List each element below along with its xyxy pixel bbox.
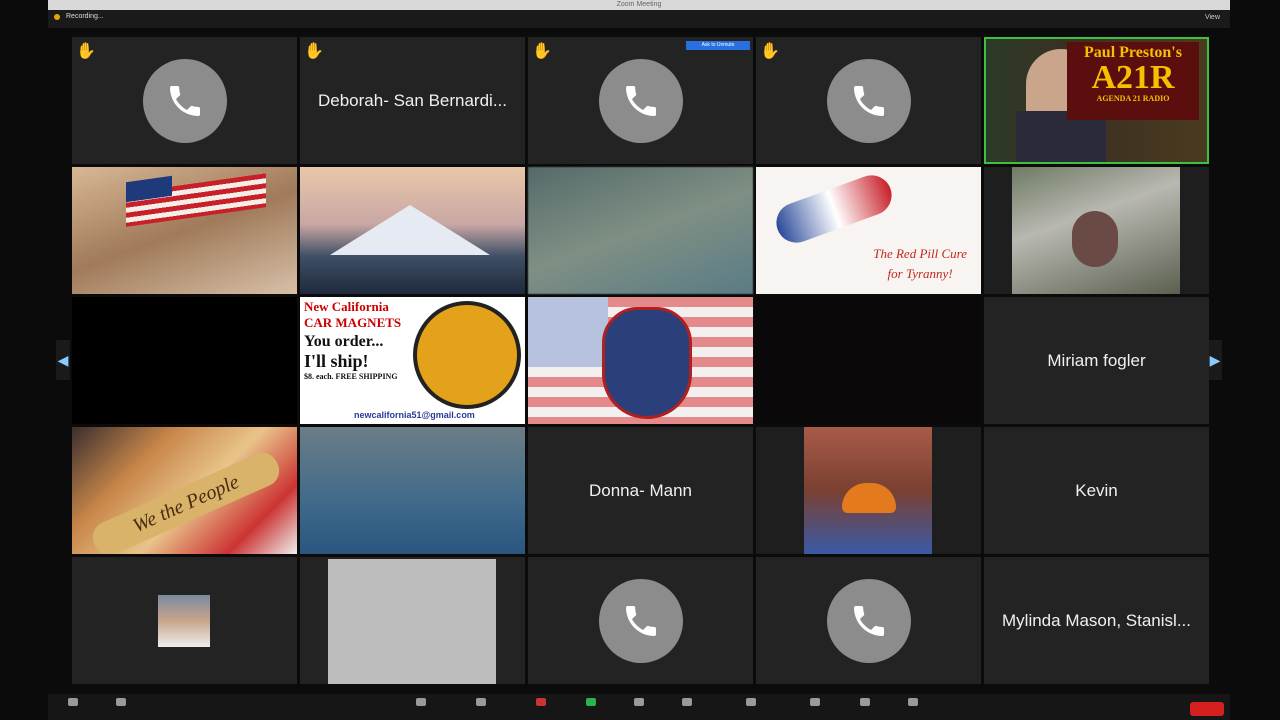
participant-tile-audio-only[interactable] bbox=[756, 557, 981, 684]
red-pill-caption: The Red Pill Cure for Tyranny! bbox=[873, 244, 967, 284]
magnet-ad-line4: I'll ship! bbox=[304, 351, 369, 371]
breakout-rooms-icon bbox=[746, 698, 756, 706]
flag-stars-field bbox=[528, 297, 608, 367]
phone-icon bbox=[826, 578, 911, 663]
window-title: Zoom Meeting bbox=[616, 1, 662, 8]
phone-icon bbox=[598, 578, 683, 663]
participant-video-tile[interactable] bbox=[984, 167, 1209, 294]
unmute-request-tag[interactable]: Ask to Unmute bbox=[686, 41, 750, 50]
raised-hand-icon: ✋ bbox=[304, 43, 324, 60]
participant-tile-audio-only[interactable] bbox=[528, 557, 753, 684]
participant-tile[interactable]: ✋ Deborah- San Bernardi... bbox=[300, 37, 525, 164]
participant-name: Mylinda Mason, Stanisl... bbox=[1002, 610, 1191, 630]
shield-icon bbox=[416, 698, 426, 706]
participant-tile-audio-only[interactable]: ✋ bbox=[756, 37, 981, 164]
recording-label: Recording... bbox=[66, 13, 104, 20]
meeting-topbar: Recording... View bbox=[48, 10, 1230, 28]
breakout-rooms-button[interactable] bbox=[736, 698, 766, 716]
participant-tile-profile-photo[interactable] bbox=[72, 557, 297, 684]
mute-button[interactable] bbox=[58, 698, 88, 716]
phone-icon bbox=[826, 58, 911, 143]
share-screen-icon bbox=[586, 698, 596, 706]
participant-tile-mountain-image[interactable] bbox=[300, 167, 525, 294]
participant-person bbox=[1072, 211, 1118, 267]
phone-icon bbox=[142, 58, 227, 143]
video-button[interactable] bbox=[106, 698, 136, 716]
participant-tile-video-off[interactable] bbox=[756, 297, 981, 424]
participants-icon bbox=[476, 698, 486, 706]
broadcast-logo-text: A21R bbox=[1091, 59, 1175, 96]
meeting-controls-bar bbox=[48, 694, 1230, 720]
more-icon bbox=[908, 698, 918, 706]
participant-name: Deborah- San Bernardi... bbox=[318, 90, 507, 110]
record-icon bbox=[634, 698, 644, 706]
security-button[interactable] bbox=[406, 698, 436, 716]
participant-tile-red-pill-image[interactable]: The Red Pill Cure for Tyranny! bbox=[756, 167, 981, 294]
magnet-ad-line2: CAR MAGNETS bbox=[304, 315, 402, 330]
magnet-ad-text: New California CAR MAGNETS You order... … bbox=[304, 299, 424, 381]
record-button[interactable] bbox=[624, 698, 654, 716]
raised-hand-icon: ✋ bbox=[532, 43, 552, 60]
window-titlebar: Zoom Meeting bbox=[48, 0, 1230, 15]
constitution-scroll: We the People bbox=[87, 447, 285, 554]
participants-button[interactable] bbox=[466, 698, 496, 716]
share-screen-button[interactable] bbox=[576, 698, 606, 716]
broadcast-subtitle: AGENDA 21 RADIO bbox=[1096, 94, 1170, 103]
magnet-ad-line5: $8. each. FREE SHIPPING bbox=[304, 372, 398, 381]
prev-page-arrow-icon[interactable]: ◀ bbox=[56, 340, 70, 380]
participant-tile-constitution-image[interactable]: We the People bbox=[72, 427, 297, 554]
whiteboard-button[interactable] bbox=[850, 698, 880, 716]
participant-tile-magnet-ad[interactable]: New California CAR MAGNETS You order... … bbox=[300, 297, 525, 424]
participant-tile-video-off[interactable] bbox=[72, 297, 297, 424]
participant-tile[interactable]: Mylinda Mason, Stanisl... bbox=[984, 557, 1209, 684]
active-speaker-video-tile[interactable]: Paul Preston's A21R AGENDA 21 RADIO bbox=[984, 37, 1209, 164]
end-meeting-button[interactable] bbox=[1190, 702, 1224, 716]
new-california-seal-icon bbox=[413, 301, 521, 409]
chat-button[interactable] bbox=[526, 698, 556, 716]
more-button[interactable] bbox=[898, 698, 928, 716]
recording-indicator[interactable]: Recording... bbox=[54, 13, 104, 20]
mountain-image bbox=[330, 205, 490, 255]
magnet-ad-line3: You order... bbox=[304, 333, 384, 350]
participant-video-tile[interactable] bbox=[756, 427, 981, 554]
reactions-icon bbox=[682, 698, 692, 706]
participant-tile-blurred-video[interactable] bbox=[300, 427, 525, 554]
magnet-ad-line1: New California bbox=[304, 299, 389, 314]
whiteboard-icon bbox=[860, 698, 870, 706]
profile-photo bbox=[158, 595, 210, 647]
magnet-ad-email: newcalifornia51@gmail.com bbox=[354, 410, 475, 420]
microphone-icon bbox=[68, 698, 78, 706]
phone-icon bbox=[598, 58, 683, 143]
broadcast-logo: Paul Preston's A21R AGENDA 21 RADIO bbox=[1067, 42, 1199, 120]
participant-tile-profile-photo[interactable] bbox=[300, 557, 525, 684]
chat-icon bbox=[536, 698, 546, 706]
red-pill-caption-line2: for Tyranny! bbox=[887, 266, 953, 281]
red-pill-caption-line1: The Red Pill Cure bbox=[873, 246, 967, 261]
recording-dot-icon bbox=[54, 13, 60, 20]
participant-tile-audio-only[interactable]: ✋ bbox=[72, 37, 297, 164]
participant-name: Miriam fogler bbox=[1047, 350, 1146, 370]
participant-name: Kevin bbox=[1075, 480, 1118, 500]
apps-icon bbox=[810, 698, 820, 706]
camera-icon bbox=[116, 698, 126, 706]
raised-hand-icon: ✋ bbox=[760, 43, 780, 60]
next-page-arrow-icon[interactable]: ▶ bbox=[1208, 340, 1222, 380]
participant-name: Donna- Mann bbox=[588, 480, 692, 500]
participant-tile[interactable]: Miriam fogler bbox=[984, 297, 1209, 424]
apps-button[interactable] bbox=[800, 698, 830, 716]
participant-tile[interactable]: Kevin bbox=[984, 427, 1209, 554]
participant-tile-eagle-image[interactable] bbox=[528, 297, 753, 424]
reactions-button[interactable] bbox=[672, 698, 702, 716]
pill-image bbox=[770, 169, 898, 249]
eagle-emblem-icon bbox=[602, 307, 692, 419]
profile-photo bbox=[328, 559, 496, 684]
participant-tile-blurred-video[interactable] bbox=[528, 167, 753, 294]
participant-tile-audio-only[interactable]: ✋ Ask to Unmute bbox=[528, 37, 753, 164]
participant-tile[interactable]: Donna- Mann bbox=[528, 427, 753, 554]
view-button[interactable]: View bbox=[1205, 14, 1220, 21]
raised-hand-icon: ✋ bbox=[76, 43, 96, 60]
participant-tile-flag-image[interactable] bbox=[72, 167, 297, 294]
